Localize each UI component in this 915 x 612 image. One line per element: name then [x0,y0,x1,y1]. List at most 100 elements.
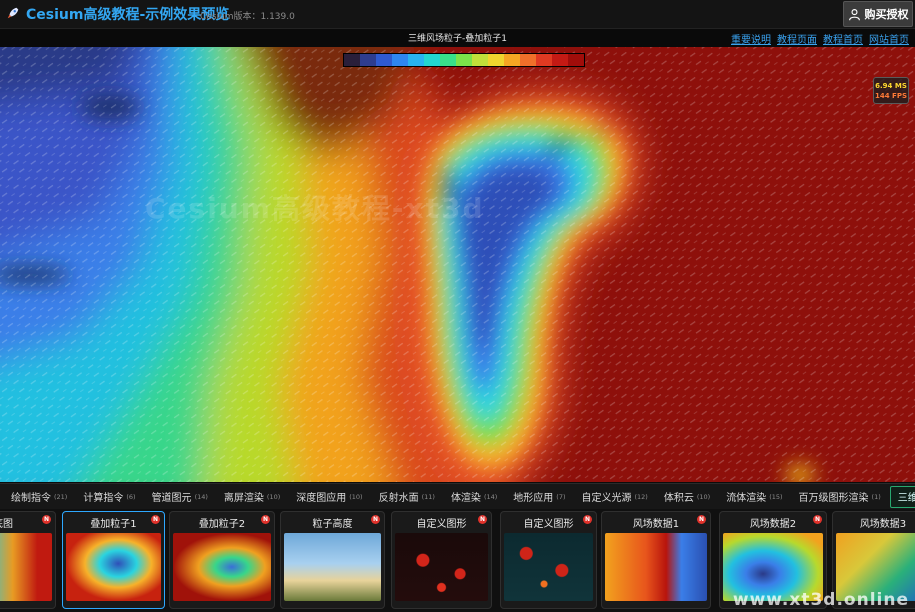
color-legend-swatch [424,54,440,66]
example-card[interactable]: 叠加粒子1 N [62,511,165,609]
color-legend-swatch [392,54,408,66]
example-card-preview [0,533,52,601]
tab-label: 流体渲染 [726,493,767,504]
frame-time: 6.94 MS [875,82,907,90]
tab-category[interactable]: 体渲染 (14) [444,487,504,507]
example-card-preview [504,533,593,601]
link-tutorial-page[interactable]: 教程页面 [777,31,817,46]
tab-count: (1) [871,492,881,501]
link-tutorial-home[interactable]: 教程首页 [823,31,863,46]
version-label: Cesium版本：1.139.0 [200,12,295,22]
example-card-title: 叠加粒子2 [198,519,246,530]
example-card-preview [284,533,381,601]
color-legend-swatch [552,54,568,66]
tab-category[interactable]: 体积云 (10) [657,487,717,507]
tab-category[interactable]: 三维风场 [889,485,915,508]
tab-category[interactable]: 流体渲染 (15) [719,487,789,507]
example-card-title: 自定义图形 [523,519,574,530]
tab-category[interactable]: 自定义光源 (12) [575,487,655,507]
cesium-viewer[interactable]: Cesium高级教程-xt3d 6.94 MS 144 FPS [0,47,915,482]
tab-label: 地形应用 [513,493,554,504]
tab-count: (10) [266,492,281,501]
tab-count: (6) [126,492,136,501]
color-legend-swatch [456,54,472,66]
tab-label: 三维风场 [897,493,915,504]
tab-category[interactable]: 反射水面 (11) [372,487,442,507]
tab-category[interactable]: 绘制指令 (21) [4,487,74,507]
tab-count: (7) [556,492,566,501]
performance-display: 6.94 MS 144 FPS [873,77,909,104]
tab-label: 百万级图形渲染 [798,493,869,504]
buy-license-button[interactable]: 购买授权 [843,1,913,27]
rocket-icon [7,7,19,19]
tab-label: 离屏渲染 [223,493,264,504]
wind-field-map [0,47,915,482]
color-legend-swatch [360,54,376,66]
tab-category[interactable]: 计算指令 (6) [76,487,142,507]
example-card[interactable]: 底图N [0,511,56,609]
tab-count: (10) [696,492,711,501]
example-card[interactable]: 自定义图形 N [391,511,492,609]
tab-label: 体积云 [663,493,694,504]
color-legend-swatch [408,54,424,66]
example-card-title: 风场数据3 [859,519,907,530]
tab-label: 深度图应用 [296,493,347,504]
link-important-notes[interactable]: 重要说明 [731,31,771,46]
color-legend-swatch [472,54,488,66]
tab-count: (14) [194,492,208,501]
new-badge: N [42,515,51,524]
example-card-title: 粒子高度 [312,519,353,530]
tab-category[interactable]: 地形应用 (7) [506,487,572,507]
tab-label: 绘制指令 [11,493,51,504]
nav-links: 重要说明 教程页面 教程首页 网站首页 [731,31,909,46]
tab-count: (11) [421,492,435,501]
example-card-preview [395,533,488,601]
example-card[interactable]: 粒子高度 N [280,511,385,609]
color-legend-swatch [520,54,536,66]
link-site-home[interactable]: 网站首页 [869,31,909,46]
tab-count: (10) [349,492,363,501]
new-badge: N [151,515,160,524]
color-legend-swatch [504,54,520,66]
example-card[interactable]: 风场数据1 N [601,511,711,609]
new-badge: N [697,515,706,524]
color-legend-swatch [376,54,392,66]
color-legend-swatch [536,54,552,66]
tab-category[interactable]: 管道图元 (14) [145,487,215,507]
tab-count: (15) [769,492,783,501]
tab-category[interactable]: 百万级图形渲染 (1) [792,487,888,507]
frame-rate: 144 FPS [874,92,907,100]
tab-label: 反射水面 [378,493,419,504]
category-tabs: 绘制指令 (21) 计算指令 (6) 管道图元 (14) 离屏渲染 (10) 深度图应用 (10)… [0,483,915,509]
color-legend-swatch [344,54,360,66]
tab-count: (14) [483,492,498,501]
new-badge: N [583,515,592,524]
new-badge: N [261,515,270,524]
new-badge: N [813,515,822,524]
color-legend-bar [343,53,585,67]
tab-label: 管道图元 [151,493,192,504]
user-icon [848,8,860,20]
example-card[interactable]: 自定义图形 N [500,511,597,609]
site-watermark: www.xt3d.online [732,590,909,610]
app-title: Cesium高级教程-示例效果预览 [26,7,230,23]
tab-count: (12) [634,492,648,501]
example-card-title: 风场数据2 [749,519,797,530]
tab-count: (21) [54,492,68,501]
new-badge: N [478,515,487,524]
example-card-title: 叠加粒子1 [90,519,137,530]
viewer-watermark: Cesium高级教程-xt3d [145,192,485,225]
sub-bar: 三维风场粒子-叠加粒子1 重要说明 教程页面 教程首页 网站首页 [0,29,915,47]
example-card-title: 风场数据1 [632,519,680,530]
color-legend-swatch [568,54,584,66]
tab-label: 自定义光源 [581,493,632,504]
color-legend-swatch [488,54,504,66]
tab-category[interactable]: 离屏渲染 (10) [217,487,287,507]
top-bar: Cesium高级教程-示例效果预览 Cesium版本：1.139.0 购买授权 [0,0,915,29]
buy-license-label: 购买授权 [864,8,909,21]
example-card[interactable]: 叠加粒子2 N [169,511,275,609]
example-card-preview [605,533,707,601]
example-card-title: 自定义图形 [416,519,467,530]
example-card-preview [173,533,271,601]
tab-category[interactable]: 深度图应用 (10) [289,487,369,507]
